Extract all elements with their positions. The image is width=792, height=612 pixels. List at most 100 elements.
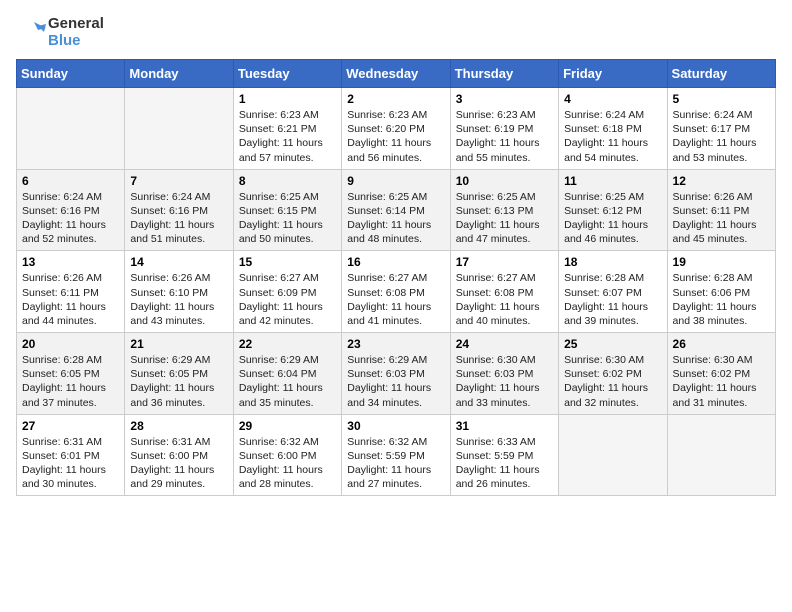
day-number: 6 xyxy=(22,174,119,188)
calendar-header-monday: Monday xyxy=(125,60,233,88)
calendar-cell: 21Sunrise: 6:29 AM Sunset: 6:05 PM Dayli… xyxy=(125,333,233,415)
day-number: 22 xyxy=(239,337,336,351)
day-number: 7 xyxy=(130,174,227,188)
calendar-cell: 27 Sunrise: 6:31 AM Sunset: 6:01 PM Dayli… xyxy=(17,414,125,496)
day-info: Sunrise: 6:33 AM Sunset: 5:59 PM Dayligh… xyxy=(456,435,553,492)
day-number: 8 xyxy=(239,174,336,188)
calendar-cell: 5 Sunrise: 6:24 AM Sunset: 6:17 PM Daylig… xyxy=(667,88,775,170)
day-info: Sunrise: 6:23 AM Sunset: 6:20 PM Dayligh… xyxy=(347,108,444,165)
day-info: Sunrise: 6:27 AM Sunset: 6:08 PM Dayligh… xyxy=(456,271,553,328)
calendar-cell: 13 Sunrise: 6:26 AM Sunset: 6:11 PM Dayli… xyxy=(17,251,125,333)
logo: General Blue xyxy=(16,16,104,49)
calendar-cell xyxy=(125,88,233,170)
day-number: 9 xyxy=(347,174,444,188)
day-number: 25 xyxy=(564,337,661,351)
calendar-cell: 25 Sunrise: 6:30 AM Sunset: 6:02 PM Dayli… xyxy=(559,333,667,415)
day-info: Sunrise: 6:25 AM Sunset: 6:12 PM Dayligh… xyxy=(564,190,661,247)
day-info: Sunrise: 6:29 AM Sunset: 6:03 PM Dayligh… xyxy=(347,353,444,410)
day-info: Sunrise: 6:27 AM Sunset: 6:09 PM Dayligh… xyxy=(239,271,336,328)
calendar-cell xyxy=(17,88,125,170)
calendar-week-3: 13 Sunrise: 6:26 AM Sunset: 6:11 PM Dayli… xyxy=(17,251,776,333)
day-number: 12 xyxy=(673,174,770,188)
day-info: Sunrise: 6:25 AM Sunset: 6:13 PM Dayligh… xyxy=(456,190,553,247)
day-info: Sunrise: 6:31 AM Sunset: 6:01 PM Dayligh… xyxy=(22,435,119,492)
calendar-cell: 11 Sunrise: 6:25 AM Sunset: 6:12 PM Dayli… xyxy=(559,169,667,251)
day-number: 15 xyxy=(239,255,336,269)
day-number: 3 xyxy=(456,92,553,106)
calendar-table: SundayMondayTuesdayWednesdayThursdayFrid… xyxy=(16,59,776,496)
calendar-week-5: 27 Sunrise: 6:31 AM Sunset: 6:01 PM Dayli… xyxy=(17,414,776,496)
day-info: Sunrise: 6:26 AM Sunset: 6:11 PM Dayligh… xyxy=(673,190,770,247)
day-number: 30 xyxy=(347,419,444,433)
calendar-cell: 14Sunrise: 6:26 AM Sunset: 6:10 PM Dayli… xyxy=(125,251,233,333)
day-number: 24 xyxy=(456,337,553,351)
calendar-cell: 4 Sunrise: 6:24 AM Sunset: 6:18 PM Daylig… xyxy=(559,88,667,170)
calendar-cell: 7 Sunrise: 6:24 AM Sunset: 6:16 PM Daylig… xyxy=(125,169,233,251)
day-number: 4 xyxy=(564,92,661,106)
calendar-cell: 8 Sunrise: 6:25 AM Sunset: 6:15 PM Daylig… xyxy=(233,169,341,251)
calendar-header-thursday: Thursday xyxy=(450,60,558,88)
day-info: Sunrise: 6:30 AM Sunset: 6:03 PM Dayligh… xyxy=(456,353,553,410)
calendar-cell: 22 Sunrise: 6:29 AM Sunset: 6:04 PM Dayli… xyxy=(233,333,341,415)
day-info: Sunrise: 6:29 AM Sunset: 6:04 PM Dayligh… xyxy=(239,353,336,410)
calendar-cell: 28 Sunrise: 6:31 AM Sunset: 6:00 PM Dayli… xyxy=(125,414,233,496)
calendar-week-1: 1 Sunrise: 6:23 AM Sunset: 6:21 PM Daylig… xyxy=(17,88,776,170)
day-info: Sunrise: 6:28 AM Sunset: 6:07 PM Dayligh… xyxy=(564,271,661,328)
calendar-week-4: 20 Sunrise: 6:28 AM Sunset: 6:05 PM Dayli… xyxy=(17,333,776,415)
calendar-cell: 15 Sunrise: 6:27 AM Sunset: 6:09 PM Dayli… xyxy=(233,251,341,333)
calendar-cell: 23 Sunrise: 6:29 AM Sunset: 6:03 PM Dayli… xyxy=(342,333,450,415)
day-info: Sunrise: 6:29 AM Sunset: 6:05 PM Dayligh… xyxy=(130,353,227,410)
calendar-cell: 2Sunrise: 6:23 AM Sunset: 6:20 PM Daylig… xyxy=(342,88,450,170)
day-number: 26 xyxy=(673,337,770,351)
day-number: 14 xyxy=(130,255,227,269)
calendar-cell: 6 Sunrise: 6:24 AM Sunset: 6:16 PM Daylig… xyxy=(17,169,125,251)
day-number: 11 xyxy=(564,174,661,188)
day-number: 31 xyxy=(456,419,553,433)
day-number: 19 xyxy=(673,255,770,269)
day-info: Sunrise: 6:24 AM Sunset: 6:16 PM Dayligh… xyxy=(22,190,119,247)
day-info: Sunrise: 6:32 AM Sunset: 6:00 PM Dayligh… xyxy=(239,435,336,492)
day-number: 1 xyxy=(239,92,336,106)
calendar-cell: 3 Sunrise: 6:23 AM Sunset: 6:19 PM Daylig… xyxy=(450,88,558,170)
day-info: Sunrise: 6:30 AM Sunset: 6:02 PM Dayligh… xyxy=(564,353,661,410)
calendar-header-tuesday: Tuesday xyxy=(233,60,341,88)
day-info: Sunrise: 6:24 AM Sunset: 6:17 PM Dayligh… xyxy=(673,108,770,165)
day-info: Sunrise: 6:24 AM Sunset: 6:16 PM Dayligh… xyxy=(130,190,227,247)
day-number: 20 xyxy=(22,337,119,351)
calendar-header-wednesday: Wednesday xyxy=(342,60,450,88)
day-number: 5 xyxy=(673,92,770,106)
calendar-week-2: 6 Sunrise: 6:24 AM Sunset: 6:16 PM Daylig… xyxy=(17,169,776,251)
day-info: Sunrise: 6:23 AM Sunset: 6:19 PM Dayligh… xyxy=(456,108,553,165)
calendar-header-row: SundayMondayTuesdayWednesdayThursdayFrid… xyxy=(17,60,776,88)
day-number: 27 xyxy=(22,419,119,433)
calendar-cell: 24 Sunrise: 6:30 AM Sunset: 6:03 PM Dayli… xyxy=(450,333,558,415)
calendar-cell: 10 Sunrise: 6:25 AM Sunset: 6:13 PM Dayli… xyxy=(450,169,558,251)
day-number: 13 xyxy=(22,255,119,269)
day-info: Sunrise: 6:23 AM Sunset: 6:21 PM Dayligh… xyxy=(239,108,336,165)
calendar-cell: 17 Sunrise: 6:27 AM Sunset: 6:08 PM Dayli… xyxy=(450,251,558,333)
calendar-cell: 1 Sunrise: 6:23 AM Sunset: 6:21 PM Daylig… xyxy=(233,88,341,170)
day-info: Sunrise: 6:24 AM Sunset: 6:18 PM Dayligh… xyxy=(564,108,661,165)
calendar-cell: 16Sunrise: 6:27 AM Sunset: 6:08 PM Dayli… xyxy=(342,251,450,333)
day-info: Sunrise: 6:30 AM Sunset: 6:02 PM Dayligh… xyxy=(673,353,770,410)
day-number: 29 xyxy=(239,419,336,433)
calendar-cell: 18Sunrise: 6:28 AM Sunset: 6:07 PM Dayli… xyxy=(559,251,667,333)
day-info: Sunrise: 6:25 AM Sunset: 6:15 PM Dayligh… xyxy=(239,190,336,247)
calendar-cell: 20 Sunrise: 6:28 AM Sunset: 6:05 PM Dayli… xyxy=(17,333,125,415)
day-info: Sunrise: 6:31 AM Sunset: 6:00 PM Dayligh… xyxy=(130,435,227,492)
logo-line1: General xyxy=(48,16,104,33)
day-number: 28 xyxy=(130,419,227,433)
day-number: 23 xyxy=(347,337,444,351)
logo-bird-icon xyxy=(16,18,46,48)
day-info: Sunrise: 6:28 AM Sunset: 6:05 PM Dayligh… xyxy=(22,353,119,410)
day-number: 10 xyxy=(456,174,553,188)
calendar-cell: 19Sunrise: 6:28 AM Sunset: 6:06 PM Dayli… xyxy=(667,251,775,333)
logo-line2: Blue xyxy=(48,33,104,50)
calendar-cell: 29 Sunrise: 6:32 AM Sunset: 6:00 PM Dayli… xyxy=(233,414,341,496)
calendar-header-sunday: Sunday xyxy=(17,60,125,88)
day-number: 17 xyxy=(456,255,553,269)
day-info: Sunrise: 6:27 AM Sunset: 6:08 PM Dayligh… xyxy=(347,271,444,328)
day-info: Sunrise: 6:26 AM Sunset: 6:11 PM Dayligh… xyxy=(22,271,119,328)
day-info: Sunrise: 6:25 AM Sunset: 6:14 PM Dayligh… xyxy=(347,190,444,247)
calendar-cell: 30Sunrise: 6:32 AM Sunset: 5:59 PM Dayli… xyxy=(342,414,450,496)
